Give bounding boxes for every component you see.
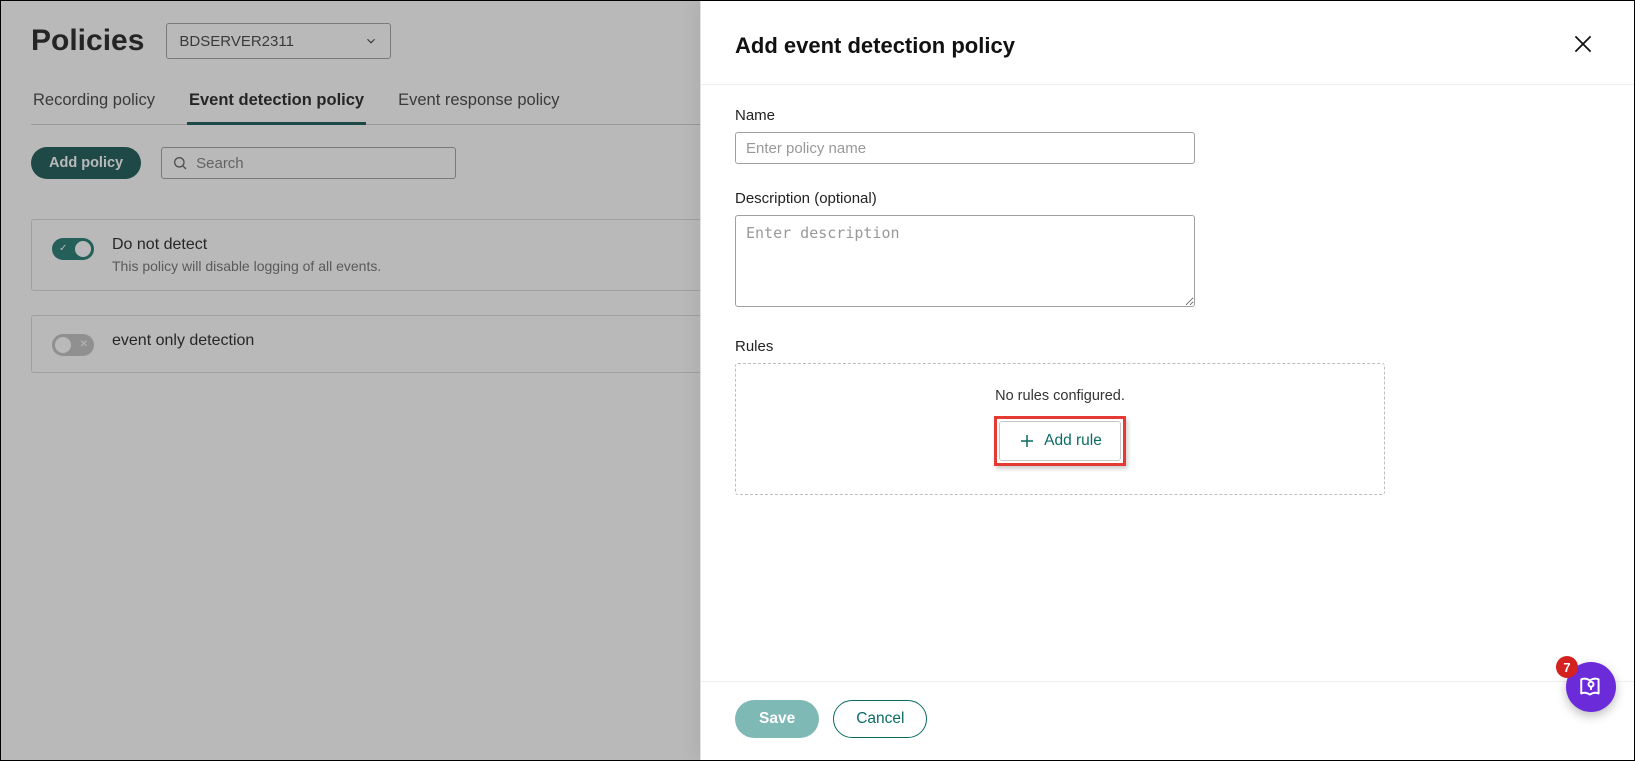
save-button[interactable]: Save (735, 700, 819, 738)
server-select[interactable]: BDSERVER2311 (166, 23, 391, 59)
check-icon: ✓ (59, 244, 67, 254)
policy-toggle[interactable]: ✓ (52, 238, 94, 260)
toggle-knob (55, 337, 71, 353)
panel-header: Add event detection policy (701, 1, 1634, 85)
panel-title: Add event detection policy (735, 33, 1015, 59)
no-rules-text: No rules configured. (746, 388, 1374, 404)
policy-name-input[interactable] (735, 132, 1195, 164)
page-title: Policies (31, 24, 144, 58)
rules-empty-box: No rules configured. Add rule (735, 363, 1385, 495)
toggle-knob (75, 241, 91, 257)
rules-field-block: Rules No rules configured. Add rule (735, 338, 1600, 495)
tab-recording-policy[interactable]: Recording policy (31, 79, 157, 124)
policy-text: Do not detect This policy will disable l… (112, 236, 381, 274)
server-select-value: BDSERVER2311 (179, 33, 294, 50)
rules-label: Rules (735, 338, 1600, 355)
chevron-down-icon (364, 34, 378, 48)
book-lightbulb-icon (1578, 674, 1604, 700)
name-label: Name (735, 107, 1600, 124)
policy-text: event only detection (112, 332, 254, 350)
close-button[interactable] (1566, 27, 1600, 64)
panel-footer: Save Cancel (701, 681, 1634, 760)
add-rule-button[interactable]: Add rule (999, 421, 1121, 461)
policy-toggle[interactable]: ✕ (52, 334, 94, 356)
description-field-block: Description (optional) (735, 190, 1600, 312)
plus-icon (1018, 432, 1036, 450)
tab-event-response-policy[interactable]: Event response policy (396, 79, 561, 124)
policy-description-input[interactable] (735, 215, 1195, 307)
search-icon (172, 155, 188, 171)
help-badge: 7 (1556, 656, 1578, 678)
panel-body: Name Description (optional) Rules No rul… (701, 85, 1634, 681)
close-icon (1570, 31, 1596, 57)
cancel-button[interactable]: Cancel (833, 700, 927, 738)
search-input[interactable] (196, 155, 445, 172)
add-policy-button[interactable]: Add policy (31, 147, 141, 179)
description-label: Description (optional) (735, 190, 1600, 207)
tab-event-detection-policy[interactable]: Event detection policy (187, 79, 366, 124)
add-rule-highlight: Add rule (994, 416, 1126, 466)
name-field-block: Name (735, 107, 1600, 164)
search-field[interactable] (161, 147, 456, 179)
help-fab[interactable]: 7 (1566, 662, 1616, 712)
policy-name: Do not detect (112, 236, 381, 254)
policy-desc: This policy will disable logging of all … (112, 258, 381, 274)
policy-name: event only detection (112, 332, 254, 350)
add-rule-label: Add rule (1044, 432, 1102, 450)
add-policy-panel: Add event detection policy Name Descript… (700, 1, 1634, 760)
x-icon: ✕ (80, 340, 88, 350)
